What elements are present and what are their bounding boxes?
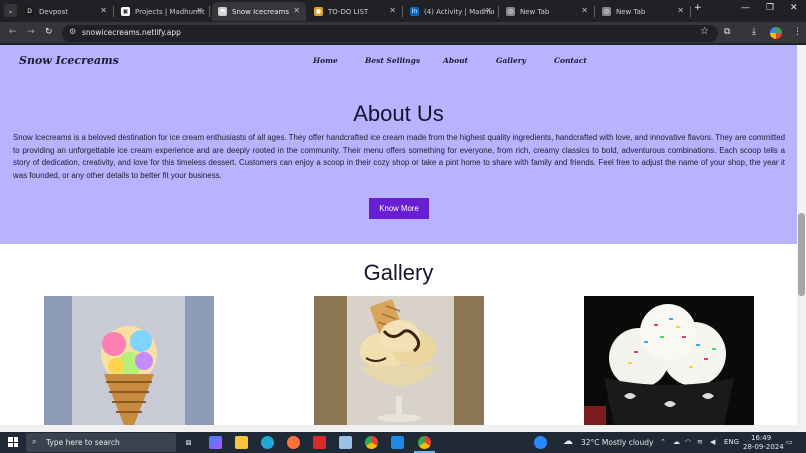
address-bar[interactable]: ⚙ snowicecreams.netlify.app ☆ bbox=[62, 25, 718, 42]
new-tab-button[interactable]: + bbox=[694, 3, 702, 13]
tab-label: (4) Activity | Madhun bbox=[424, 7, 494, 16]
devpost-icon: D bbox=[25, 7, 34, 16]
tab-separator bbox=[402, 6, 403, 17]
notepad-icon[interactable] bbox=[339, 436, 352, 449]
back-icon[interactable]: ← bbox=[9, 27, 17, 37]
horizontal-scrollbar[interactable] bbox=[0, 425, 806, 432]
network-icon[interactable]: ◠ bbox=[685, 438, 691, 446]
tab-label: Devpost bbox=[39, 7, 68, 16]
file-explorer-icon[interactable] bbox=[235, 436, 248, 449]
nav-best-sellings[interactable]: Best Sellings bbox=[365, 56, 420, 65]
tab-label: New Tab bbox=[520, 7, 550, 16]
close-tab-icon[interactable]: ✕ bbox=[485, 6, 492, 15]
taskbar-search[interactable]: ⌕ Type here to search bbox=[26, 433, 176, 452]
url-text: snowicecreams.netlify.app bbox=[82, 28, 181, 37]
tab-label: TO-DO LIST bbox=[328, 7, 369, 16]
task-view-icon[interactable]: ⧈ bbox=[182, 436, 195, 449]
firefox-icon[interactable] bbox=[287, 436, 300, 449]
restore-button[interactable]: ❐ bbox=[766, 3, 774, 13]
vertical-scrollbar[interactable] bbox=[797, 45, 806, 425]
tab-label: New Tab bbox=[616, 7, 646, 16]
close-tab-icon[interactable]: ✕ bbox=[677, 6, 684, 15]
bookmark-star-icon[interactable]: ☆ bbox=[700, 26, 709, 37]
projects-icon: ▣ bbox=[121, 7, 130, 16]
volume-icon[interactable]: ◀ bbox=[710, 438, 715, 446]
nav-contact[interactable]: Contact bbox=[554, 56, 587, 65]
page-viewport: Snow Icecreams Home Best Sellings About … bbox=[0, 45, 797, 425]
gallery-image-rainbow-cone bbox=[44, 296, 214, 425]
copilot-tray-icon[interactable] bbox=[534, 436, 547, 449]
weather-icon: ☁ bbox=[563, 436, 573, 447]
close-tab-icon[interactable]: ✕ bbox=[389, 6, 396, 15]
windows-start-icon[interactable] bbox=[8, 437, 18, 447]
taskbar: ⌕ Type here to search ⧈ ☁ 32°C Mostly cl… bbox=[0, 432, 806, 453]
gallery-image-vanilla-bowl bbox=[584, 296, 754, 425]
tray-chevron-icon[interactable]: ⌃ bbox=[660, 438, 666, 446]
acrobat-icon[interactable] bbox=[313, 436, 326, 449]
linkedin-icon: in bbox=[410, 7, 419, 16]
brand-logo[interactable]: Snow Icecreams bbox=[19, 54, 119, 67]
close-tab-icon[interactable]: ✕ bbox=[196, 6, 203, 15]
tab-label: Projects | Madhumit bbox=[135, 7, 205, 16]
chrome-icon: ◎ bbox=[506, 7, 515, 16]
vscode-icon[interactable] bbox=[391, 436, 404, 449]
chrome-icon: ◎ bbox=[602, 7, 611, 16]
browser-tab[interactable]: in (4) Activity | Madhun ✕ bbox=[404, 2, 499, 21]
close-window-button[interactable]: ✕ bbox=[790, 3, 798, 13]
close-tab-icon[interactable]: ✕ bbox=[100, 6, 107, 15]
weather-text[interactable]: 32°C Mostly cloudy bbox=[581, 438, 653, 447]
downloads-icon[interactable]: ⤓ bbox=[752, 27, 756, 37]
nav-gallery[interactable]: Gallery bbox=[496, 56, 526, 65]
tab-search-button[interactable]: ⌄ bbox=[4, 4, 17, 17]
clock-date[interactable]: 28-09-2024 bbox=[743, 443, 784, 451]
gallery-title: Gallery bbox=[363, 260, 434, 285]
nav-about[interactable]: About bbox=[443, 56, 468, 65]
close-tab-icon[interactable]: ✕ bbox=[293, 6, 300, 15]
menu-icon[interactable]: ⋮ bbox=[793, 27, 802, 37]
browser-tab[interactable]: ▣ Projects | Madhumit ✕ bbox=[115, 2, 210, 21]
tab-separator bbox=[498, 6, 499, 17]
language-indicator[interactable]: ENG bbox=[724, 438, 739, 446]
chrome-taskbar-icon[interactable] bbox=[365, 436, 378, 449]
copilot-icon[interactable] bbox=[209, 436, 222, 449]
tab-separator bbox=[113, 6, 114, 17]
browser-tab[interactable]: ● TO-DO LIST ✕ bbox=[308, 2, 403, 21]
extensions-icon[interactable]: ⧉ bbox=[724, 27, 730, 37]
search-icon: ⌕ bbox=[32, 437, 37, 446]
scrollbar-thumb[interactable] bbox=[798, 213, 805, 296]
tab-label: Snow Icecreams bbox=[232, 7, 289, 16]
minimize-button[interactable]: — bbox=[741, 3, 750, 13]
tab-separator bbox=[594, 6, 595, 17]
chrome-active-icon[interactable] bbox=[418, 436, 431, 449]
edge-icon[interactable] bbox=[261, 436, 274, 449]
site-info-icon[interactable]: ⚙ bbox=[69, 27, 76, 36]
profile-avatar[interactable] bbox=[770, 27, 782, 39]
reload-icon[interactable]: ↻ bbox=[45, 27, 53, 37]
browser-tab[interactable]: ◎ New Tab ✕ bbox=[596, 2, 691, 21]
nav-home[interactable]: Home bbox=[313, 56, 338, 65]
tab-separator bbox=[209, 6, 210, 17]
close-tab-icon[interactable]: ✕ bbox=[581, 6, 588, 15]
know-more-button[interactable]: Know More bbox=[369, 198, 429, 219]
onedrive-icon[interactable]: ☁ bbox=[673, 438, 680, 446]
about-paragraph: Snow Icecreams is a beloved destination … bbox=[13, 133, 785, 180]
browser-tab[interactable]: ◎ New Tab ✕ bbox=[500, 2, 595, 21]
about-section: Snow Icecreams Home Best Sellings About … bbox=[0, 45, 797, 244]
search-placeholder: Type here to search bbox=[46, 438, 120, 447]
about-title: About Us bbox=[353, 101, 444, 126]
tab-separator bbox=[690, 6, 691, 17]
tab-strip: ⌄ D Devpost ✕ ▣ Projects | Madhumit ✕ ◓ Snow Ic… bbox=[0, 0, 806, 22]
notification-icon[interactable]: ▭ bbox=[786, 438, 793, 446]
toolbar: ← → ↻ ⚙ snowicecreams.netlify.app ☆ ⧉ ⤓ … bbox=[0, 22, 806, 44]
forward-icon[interactable]: → bbox=[27, 27, 35, 37]
todo-icon: ● bbox=[314, 7, 323, 16]
browser-tab[interactable]: D Devpost ✕ bbox=[19, 2, 114, 21]
gallery-image-sundae bbox=[314, 296, 484, 425]
browser-tab[interactable]: ◓ Snow Icecreams ✕ bbox=[212, 2, 306, 21]
wifi-icon[interactable]: ≋ bbox=[697, 438, 703, 446]
clock-time[interactable]: 16:49 bbox=[751, 434, 771, 442]
netlify-icon: ◓ bbox=[218, 7, 227, 16]
